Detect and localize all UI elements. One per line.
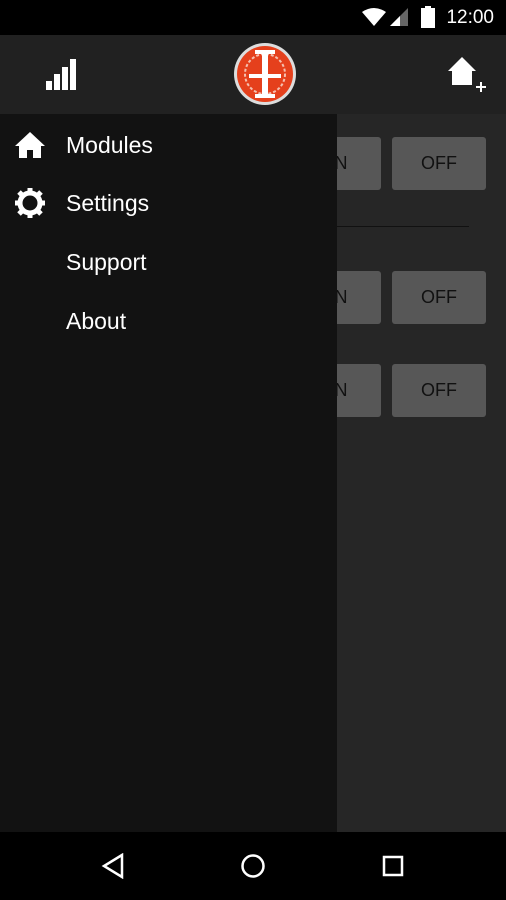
signal-bars-icon[interactable] (46, 59, 78, 91)
drawer-item-settings[interactable]: Settings (0, 174, 337, 232)
gear-icon (15, 188, 45, 218)
drawer-item-label: About (66, 307, 127, 334)
drawer-item-label: Settings (66, 189, 150, 216)
drawer-item-support[interactable]: Support (0, 233, 337, 291)
recents-icon[interactable] (382, 855, 404, 877)
navigation-bar (0, 832, 506, 900)
app-bar (0, 35, 506, 114)
divider (337, 226, 469, 227)
navigation-drawer: Modules Settings Support About (0, 114, 337, 832)
drawer-item-label: Modules (66, 131, 153, 158)
home-icon (15, 132, 45, 158)
wifi-icon (362, 8, 386, 26)
off-button[interactable]: OFF (392, 364, 486, 417)
status-bar: 12:00 (0, 0, 506, 35)
off-button[interactable]: OFF (392, 137, 486, 190)
add-home-icon[interactable] (446, 55, 488, 97)
drawer-item-label: Support (66, 248, 147, 275)
battery-icon (421, 6, 435, 28)
drawer-item-about[interactable]: About (0, 292, 337, 350)
logo (234, 43, 296, 105)
home-circle-icon[interactable] (240, 853, 266, 879)
cell-signal-icon (390, 8, 408, 26)
back-icon[interactable] (100, 853, 126, 879)
off-button[interactable]: OFF (392, 271, 486, 324)
clock: 12:00 (446, 7, 494, 28)
drawer-item-modules[interactable]: Modules (0, 116, 337, 174)
